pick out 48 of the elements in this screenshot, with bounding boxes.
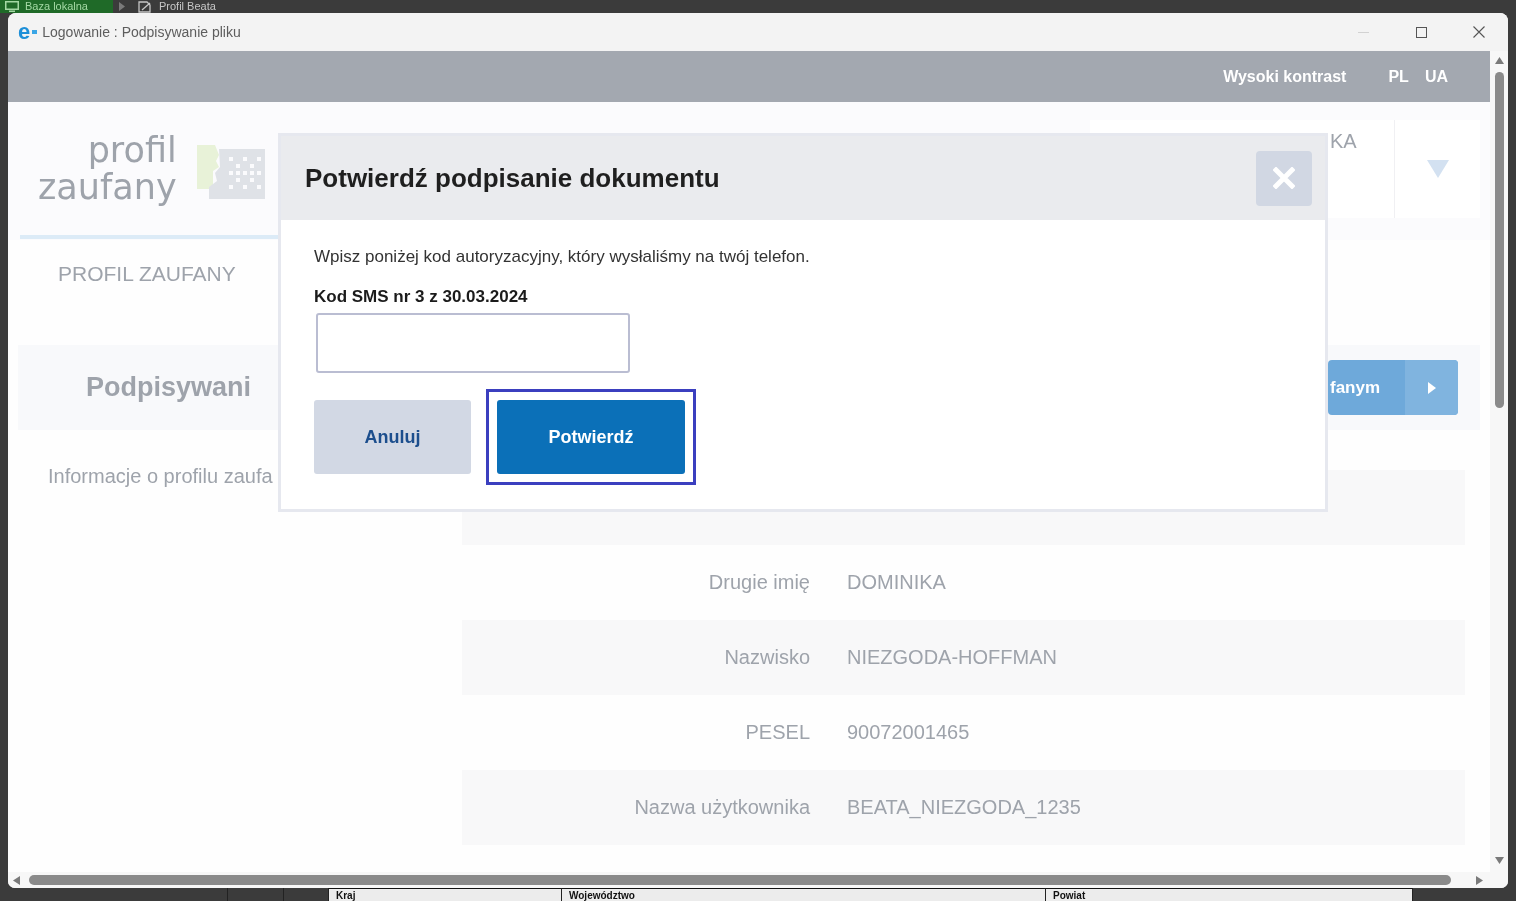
field-label: Nazwisko [724, 646, 810, 669]
logo-icon [194, 145, 265, 199]
confirm-button[interactable]: Potwierdź [497, 400, 685, 474]
desktop-tab[interactable]: Profil Beata [133, 0, 224, 13]
maximize-icon [1415, 26, 1427, 38]
high-contrast-link[interactable]: Wysoki kontrast [1223, 67, 1347, 86]
logo-text: profil [87, 132, 177, 169]
left-arrow-icon[interactable] [13, 875, 20, 885]
section-title: Informacje o profilu zaufa [48, 465, 273, 487]
caret-icon [1426, 160, 1449, 178]
monitor-icon [5, 1, 19, 12]
code-input[interactable] [316, 313, 630, 373]
app-logo: e [18, 21, 38, 43]
field-value: NIEZGODA-HOFFMAN [847, 646, 1057, 669]
column-header: Powiat [1046, 888, 1413, 901]
close-button[interactable] [1256, 150, 1312, 206]
language-link[interactable]: PL [1388, 67, 1409, 86]
field-label: Nazwa użytkownika [634, 796, 810, 819]
minimize-icon [1357, 31, 1369, 33]
field-value: 90072001465 [847, 721, 970, 744]
field-label: Kod SMS nr 3 z 30.03.2024 [314, 287, 528, 307]
user-name: KA [1330, 130, 1357, 152]
dialog-title: Potwierdź podpisanie dokumentu [305, 162, 720, 194]
page-heading: Podpisywani [86, 372, 252, 403]
field-value: BEATA_NIEZGODA_1235 [847, 796, 1081, 819]
logo-text: zaufany [38, 169, 177, 206]
arrow-right-icon [1427, 381, 1436, 394]
window-title: Logowanie : Podpisywanie pliku [42, 24, 241, 40]
field-label: Drugie imię [708, 571, 810, 594]
nav-link[interactable]: PROFIL ZAUFANY [58, 262, 236, 285]
cancel-button[interactable]: Anuluj [314, 400, 471, 474]
right-arrow-icon[interactable] [1476, 875, 1483, 885]
field-value: DOMINIKA [847, 571, 946, 594]
column-header: Województwo [562, 888, 1046, 901]
scrollbar-thumb[interactable] [1494, 72, 1504, 408]
triangle-icon [119, 2, 125, 11]
desktop-tab[interactable]: Baza lokalna [0, 0, 113, 13]
action-button[interactable]: fanym [1328, 360, 1458, 415]
instruction-text: Wpisz poniżej kod autoryzacyjny, który wysłaliśmy na twój telefon. [314, 247, 810, 267]
document-icon [138, 0, 153, 13]
scrollbar-thumb[interactable] [29, 875, 1451, 885]
column-header: Kraj [328, 888, 562, 901]
up-arrow-icon[interactable] [1494, 57, 1504, 64]
language-link[interactable]: UA [1424, 67, 1448, 86]
close-icon [1273, 167, 1295, 189]
down-arrow-icon[interactable] [1494, 857, 1504, 864]
field-label: PESEL [745, 721, 810, 744]
close-icon [1473, 26, 1485, 38]
